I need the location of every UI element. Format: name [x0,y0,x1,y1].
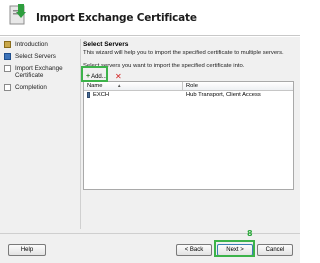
exchange-certificate-icon [9,4,26,25]
step-label: Import Exchange Certificate [15,65,63,79]
section-title: Select Servers [83,41,129,48]
cancel-button[interactable]: Cancel [257,244,293,256]
step-label: Introduction [15,41,48,48]
next-button-highlight [214,240,255,257]
sort-arrow-icon: ▲ [117,83,122,88]
step-current-icon [4,53,11,60]
server-list[interactable]: Name ▲ Role EXCH Hub Transport, Client A… [83,81,294,190]
step-number-annotation: 8 [247,229,253,238]
step-select-servers: Select Servers [4,53,76,60]
step-completion: Completion [4,84,76,91]
window-title: Import Exchange Certificate [36,12,197,24]
step-import-certificate: Import Exchange Certificate [4,65,76,79]
main-content: Select Servers This wizard will help you… [83,41,295,83]
column-header-name[interactable]: Name ▲ [84,82,183,90]
wizard-steps: Introduction Select Servers Import Excha… [4,41,76,96]
wizard-header: Import Exchange Certificate [0,0,300,36]
step-done-icon [4,41,11,48]
step-label: Completion [15,84,47,91]
column-header-role[interactable]: Role [183,82,293,90]
server-list-header: Name ▲ Role [84,82,293,91]
table-row[interactable]: EXCH Hub Transport, Client Access [84,91,293,99]
help-button[interactable]: Help [8,244,46,256]
wizard-body: Introduction Select Servers Import Excha… [0,37,300,233]
back-button[interactable]: < Back [176,244,212,256]
section-description: This wizard will help you to import the … [83,50,284,56]
section-hint: Select servers you want to import the sp… [83,63,245,69]
wizard-footer: Help < Back Next > Cancel [0,233,300,263]
server-role-cell: Hub Transport, Client Access [186,92,261,98]
step-label: Select Servers [15,53,56,60]
server-icon [87,92,90,98]
step-introduction: Introduction [4,41,76,48]
add-button-highlight [81,66,108,82]
step-pending-icon [4,84,11,91]
step-pending-icon [4,65,11,72]
server-name-cell: EXCH [84,91,183,99]
